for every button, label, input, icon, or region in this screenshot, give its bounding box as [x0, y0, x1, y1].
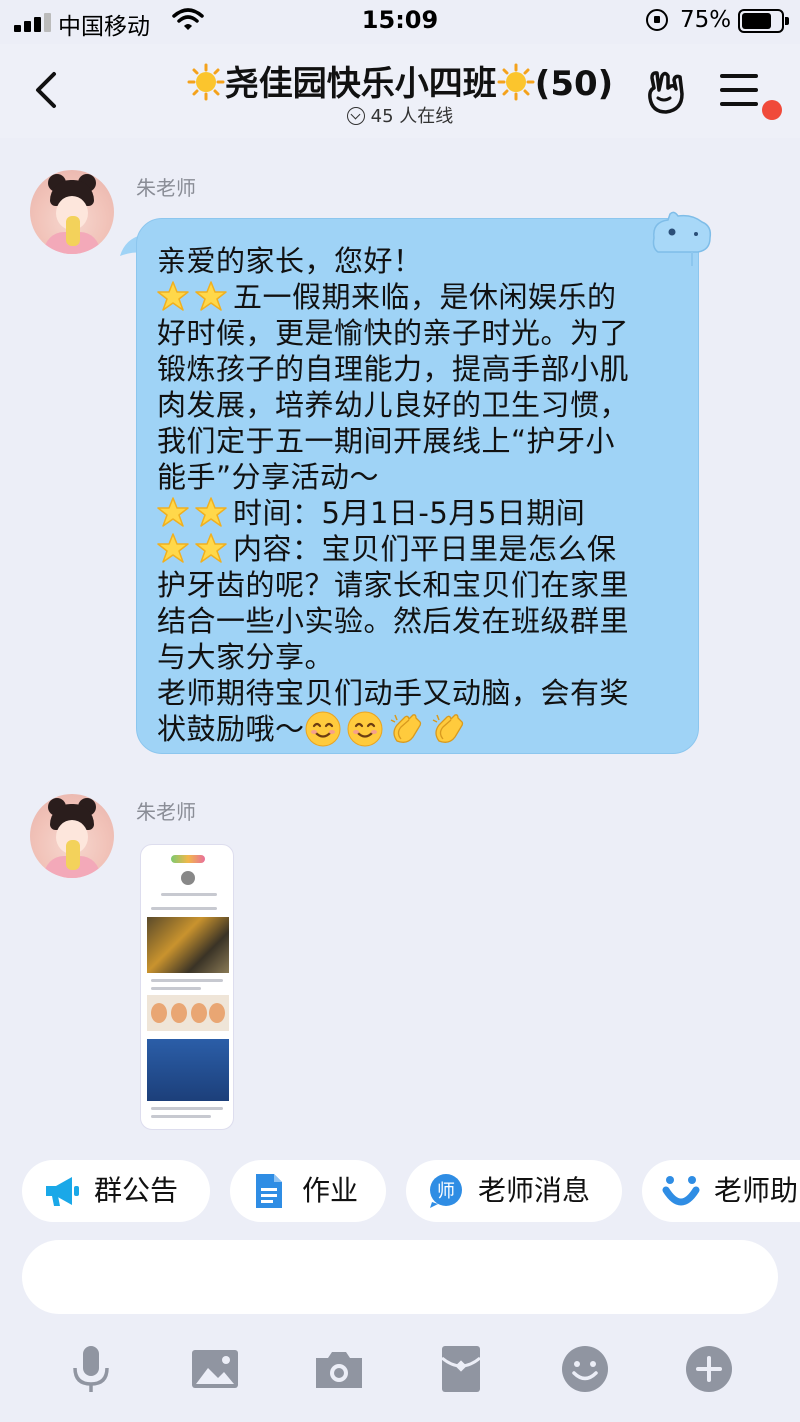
- star-emoji-icon: [195, 497, 227, 527]
- message-text: 亲爱的家长，您好！: [157, 244, 423, 278]
- star-emoji-icon: [157, 497, 189, 527]
- clap-emoji-icon: [432, 714, 463, 743]
- quick-actions-bar: 群公告 作业 师 老师消息 老师助: [0, 1140, 800, 1240]
- message-line: 好时候，更是愉快的亲子时光。为了: [157, 315, 680, 351]
- message-line: 锻炼孩子的自理能力，提高手部小肌: [157, 351, 680, 387]
- megaphone-icon: [46, 1177, 79, 1206]
- sender-name: 朱老师: [136, 176, 196, 200]
- battery-icon: [738, 9, 789, 33]
- red-packet-icon[interactable]: [436, 1344, 486, 1394]
- message-line: 我们定于五一期间开展线上“护牙小: [157, 423, 680, 459]
- message-input[interactable]: [22, 1240, 778, 1314]
- message-text: 状鼓励哦～: [157, 712, 305, 746]
- image-icon[interactable]: [190, 1344, 240, 1394]
- input-toolbar: [0, 1330, 800, 1422]
- rock-hand-icon[interactable]: [644, 68, 688, 116]
- document-icon: [256, 1174, 282, 1208]
- message-text: 好时候，更是愉快的亲子时光。为了: [157, 316, 630, 350]
- star-emoji-icon: [157, 281, 189, 311]
- smile-emoji-icon: [347, 711, 383, 747]
- sun-emoji-icon: [497, 63, 535, 101]
- avatar[interactable]: [30, 794, 114, 878]
- quick-action-announcement[interactable]: 群公告: [22, 1160, 210, 1222]
- message-text: 时间：5月1日-5月5日期间: [233, 496, 586, 530]
- avatar[interactable]: [30, 170, 114, 254]
- message-text: 护牙齿的呢？请家长和宝贝们在家里: [157, 568, 630, 602]
- chat-title[interactable]: 尧佳园快乐小四班 (50): [120, 56, 680, 105]
- message-line: 内容：宝贝们平日里是怎么保: [157, 531, 680, 567]
- message-line: 状鼓励哦～: [157, 711, 680, 747]
- quick-action-homework[interactable]: 作业: [230, 1160, 386, 1222]
- message-line: 护牙齿的呢？请家长和宝贝们在家里: [157, 567, 680, 603]
- star-emoji-icon: [195, 533, 227, 563]
- sun-emoji-icon: [187, 63, 225, 101]
- hippo-bubble-icon: [652, 211, 712, 266]
- group-name: 尧佳园快乐小四班: [224, 64, 497, 104]
- chevron-down-circle-icon: [346, 107, 365, 125]
- message-line: 时间：5月1日-5月5日期间: [157, 495, 680, 531]
- rotation-lock-icon: [646, 9, 668, 31]
- smile-emoji-icon: [305, 711, 341, 747]
- message-line: 亲爱的家长，您好！: [157, 243, 680, 279]
- quick-action-label: 老师助: [714, 1174, 799, 1207]
- notification-badge: [762, 100, 782, 120]
- message-text: 我们定于五一期间开展线上“护牙小: [157, 424, 616, 458]
- message-line: 能手”分享活动～: [157, 459, 680, 495]
- svg-text:师: 师: [437, 1181, 455, 1202]
- battery-percentage: 75%: [680, 7, 732, 33]
- quick-action-label: 群公告: [94, 1174, 179, 1207]
- message-bubble[interactable]: 亲爱的家长，您好！ 五一假期来临，是休闲娱乐的 好时候，更是愉快的亲子时光。为了 锻炼…: [136, 218, 699, 754]
- message-line: 老师期待宝贝们动手又动脑，会有奖: [157, 675, 680, 711]
- assistant-icon: [662, 1176, 700, 1206]
- quick-action-teacher-messages[interactable]: 师 老师消息: [406, 1160, 622, 1222]
- camera-icon[interactable]: [314, 1344, 364, 1394]
- message-text: 五一假期来临，是休闲娱乐的: [233, 280, 617, 314]
- quick-action-teacher-assistant[interactable]: 老师助: [642, 1160, 800, 1222]
- member-count: (50): [534, 64, 614, 104]
- nav-bar: 尧佳园快乐小四班 (50) 45 人在线: [0, 44, 800, 138]
- message-line: 与大家分享。: [157, 639, 680, 675]
- quick-action-label: 作业: [302, 1174, 359, 1207]
- message-text: 肉发展，培养幼儿良好的卫生习惯，: [157, 388, 630, 422]
- sender-name: 朱老师: [136, 800, 196, 824]
- star-emoji-icon: [195, 281, 227, 311]
- message-text: 锻炼孩子的自理能力，提高手部小肌: [157, 352, 630, 386]
- emoji-icon[interactable]: [560, 1344, 610, 1394]
- message-text: 结合一些小实验。然后发在班级群里: [157, 604, 630, 638]
- message-text: 能手”分享活动～: [157, 460, 380, 494]
- quick-action-label: 老师消息: [478, 1174, 591, 1207]
- microphone-icon[interactable]: [66, 1344, 116, 1394]
- star-emoji-icon: [157, 533, 189, 563]
- message-line: 结合一些小实验。然后发在班级群里: [157, 603, 680, 639]
- status-bar: 中国移动 15:09 75%: [0, 0, 800, 44]
- message-text: 内容：宝贝们平日里是怎么保: [233, 532, 617, 566]
- clap-emoji-icon: [390, 714, 421, 743]
- online-label: 45 人在线: [370, 106, 454, 127]
- message-text: 老师期待宝贝们动手又动脑，会有奖: [157, 676, 630, 710]
- menu-icon[interactable]: [720, 74, 760, 108]
- message-text: 与大家分享。: [157, 640, 335, 674]
- image-message[interactable]: [140, 844, 234, 1130]
- plus-icon[interactable]: [684, 1344, 734, 1394]
- message-line: 五一假期来临，是休闲娱乐的: [157, 279, 680, 315]
- message-line: 肉发展，培养幼儿良好的卫生习惯，: [157, 387, 680, 423]
- teacher-badge-icon: 师: [430, 1174, 462, 1208]
